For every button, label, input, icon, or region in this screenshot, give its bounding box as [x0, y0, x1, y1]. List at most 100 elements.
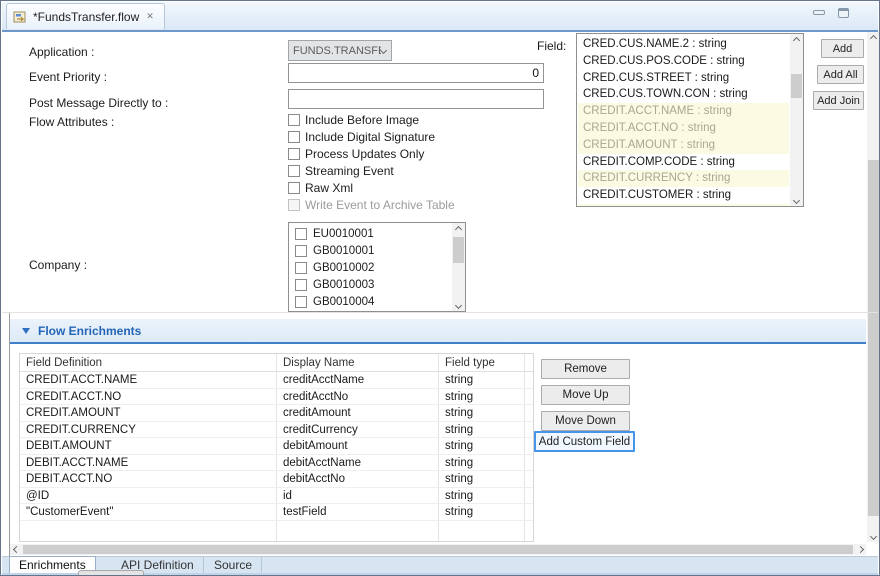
checkbox-process-updates-only[interactable]: Process Updates Only [288, 146, 424, 162]
event-priority-input[interactable] [288, 63, 544, 83]
field-list-item[interactable]: CREDIT.CUSTOMER : string [578, 187, 789, 204]
table-row[interactable]: CREDIT.CURRENCY creditCurrency string [20, 422, 533, 439]
checkbox-icon[interactable] [295, 296, 307, 308]
move-down-button[interactable]: Move Down [541, 411, 630, 431]
field-label: Field: [537, 39, 566, 53]
field-list-item[interactable]: CRED.CUS.TOWN.CON : string [578, 86, 789, 103]
application-dropdown[interactable]: FUNDS.TRANSFER [288, 40, 392, 61]
cell-field-type: string [445, 438, 473, 455]
column-header-display-name[interactable]: Display Name [283, 354, 355, 372]
checkbox-icon[interactable] [295, 279, 307, 291]
scroll-down-icon[interactable] [867, 530, 880, 542]
cell-display-name: debitAmount [283, 438, 348, 455]
collapse-triangle-icon[interactable] [22, 328, 30, 334]
company-item[interactable]: GB0010004 [289, 293, 451, 310]
checkbox-icon[interactable] [288, 131, 300, 143]
application-label: Application : [29, 45, 94, 59]
checkbox-icon[interactable] [288, 114, 300, 126]
flow-enrichments-header[interactable]: Flow Enrichments [10, 319, 866, 342]
field-list-item[interactable]: CREDIT.ACCT.NAME : string [578, 103, 789, 120]
scrollbar-thumb[interactable] [791, 74, 802, 98]
checkbox-icon[interactable] [288, 165, 300, 177]
column-header-field-definition[interactable]: Field Definition [26, 354, 102, 372]
table-row[interactable]: "CustomerEvent" testField string [20, 504, 533, 521]
checkbox-icon[interactable] [295, 245, 307, 257]
checkbox-icon[interactable] [288, 182, 300, 194]
add-custom-field-button[interactable]: Add Custom Field [534, 431, 635, 452]
table-row[interactable]: @ID id string [20, 488, 533, 505]
scroll-up-icon[interactable] [452, 223, 465, 235]
checkbox-icon[interactable] [288, 148, 300, 160]
cell-field-definition: @ID [26, 488, 49, 505]
checkbox-icon[interactable] [295, 262, 307, 274]
remove-button[interactable]: Remove [541, 359, 630, 379]
move-up-button[interactable]: Move Up [541, 385, 630, 405]
company-item[interactable]: EU0010001 [289, 225, 451, 242]
table-row[interactable]: DEBIT.ACCT.NO debitAcctNo string [20, 471, 533, 488]
cell-field-definition: DEBIT.ACCT.NO [26, 471, 112, 488]
scroll-up-icon[interactable] [867, 32, 880, 44]
field-list-item[interactable]: CREDIT.COMP.CODE : string [578, 154, 789, 171]
section-underline [10, 342, 866, 344]
cell-field-type: string [445, 504, 473, 521]
checkbox-label: Include Before Image [305, 113, 419, 127]
company-item-label: GB0010001 [313, 245, 374, 257]
add-button[interactable]: Add [821, 39, 864, 58]
company-scrollbar[interactable] [452, 223, 465, 311]
field-list-item[interactable]: CRED.CUS.NAME.2 : string [578, 36, 789, 53]
add-join-button[interactable]: Add Join [813, 91, 864, 110]
table-row[interactable]: DEBIT.AMOUNT debitAmount string [20, 438, 533, 455]
field-list-item[interactable]: CRED.CUS.POS.CODE : string [578, 53, 789, 70]
editor-tab-title: *FundsTransfer.flow [33, 10, 139, 24]
checkbox-icon[interactable] [295, 228, 307, 240]
table-row[interactable]: CREDIT.AMOUNT creditAmount string [20, 405, 533, 422]
cell-display-name: testField [283, 504, 326, 521]
scrollbar-thumb[interactable] [23, 545, 853, 554]
field-listbox[interactable]: CRED.CUS.NAME.2 : string CRED.CUS.POS.CO… [576, 33, 804, 207]
column-header-field-type[interactable]: Field type [445, 354, 495, 372]
scrollbar-thumb[interactable] [868, 160, 879, 516]
company-listbox[interactable]: EU0010001 GB0010001 GB0010002 GB0010003 … [288, 222, 466, 312]
editor-vertical-scrollbar[interactable] [867, 32, 880, 542]
minimize-button[interactable] [813, 10, 825, 15]
scrollbar-thumb[interactable] [453, 237, 464, 263]
maximize-button[interactable] [838, 8, 849, 18]
scroll-left-icon[interactable] [10, 544, 22, 555]
checkbox-streaming-event[interactable]: Streaming Event [288, 163, 394, 179]
checkbox-include-digital-signature[interactable]: Include Digital Signature [288, 129, 435, 145]
cell-field-definition: "CustomerEvent" [26, 504, 113, 521]
cell-display-name: id [283, 488, 292, 505]
field-list-item[interactable]: CRED.CUS.STREET : string [578, 70, 789, 87]
horizontal-scrollbar[interactable] [10, 544, 866, 555]
cell-field-type: string [445, 372, 473, 389]
scroll-up-icon[interactable] [790, 34, 803, 46]
company-item[interactable]: GB0010002 [289, 259, 451, 276]
checkbox-label: Streaming Event [305, 164, 394, 178]
checkbox-include-before-image[interactable]: Include Before Image [288, 112, 419, 128]
post-message-input[interactable] [288, 89, 544, 109]
company-item[interactable]: GB0010005 [289, 310, 451, 311]
scroll-right-icon[interactable] [854, 544, 866, 555]
table-row[interactable]: DEBIT.ACCT.NAME debitAcctName string [20, 455, 533, 472]
field-list-item[interactable]: CREDIT.ACCT.NO : string [578, 120, 789, 137]
checkbox-label: Include Digital Signature [305, 130, 435, 144]
table-row[interactable]: CREDIT.ACCT.NAME creditAcctName string [20, 372, 533, 389]
company-list: EU0010001 GB0010001 GB0010002 GB0010003 … [289, 225, 451, 311]
company-item[interactable]: GB0010001 [289, 242, 451, 259]
close-icon[interactable]: ✕ [144, 10, 156, 23]
scroll-down-icon[interactable] [452, 299, 465, 311]
table-row[interactable]: CREDIT.ACCT.NO creditAcctNo string [20, 389, 533, 406]
company-item[interactable]: GB0010003 [289, 276, 451, 293]
post-message-label: Post Message Directly to : [29, 96, 168, 110]
field-list-item[interactable]: CREDIT.CURRENCY : string [578, 170, 789, 187]
field-list-item[interactable]: CREDIT.AMOUNT : string [578, 137, 789, 154]
scroll-down-icon[interactable] [790, 194, 803, 206]
add-all-button[interactable]: Add All [817, 65, 864, 84]
editor-tab-fundstransfer[interactable]: *FundsTransfer.flow ✕ [6, 3, 165, 29]
checkbox-raw-xml[interactable]: Raw Xml [288, 180, 353, 196]
enrichments-table[interactable]: Field Definition Display Name Field type… [19, 353, 534, 542]
field-list-item[interactable]: CREDIT.THEIR.REF : string [578, 204, 789, 206]
field-scrollbar[interactable] [790, 34, 803, 206]
application-value: FUNDS.TRANSFER [289, 45, 381, 57]
cell-field-definition: CREDIT.CURRENCY [26, 422, 136, 439]
